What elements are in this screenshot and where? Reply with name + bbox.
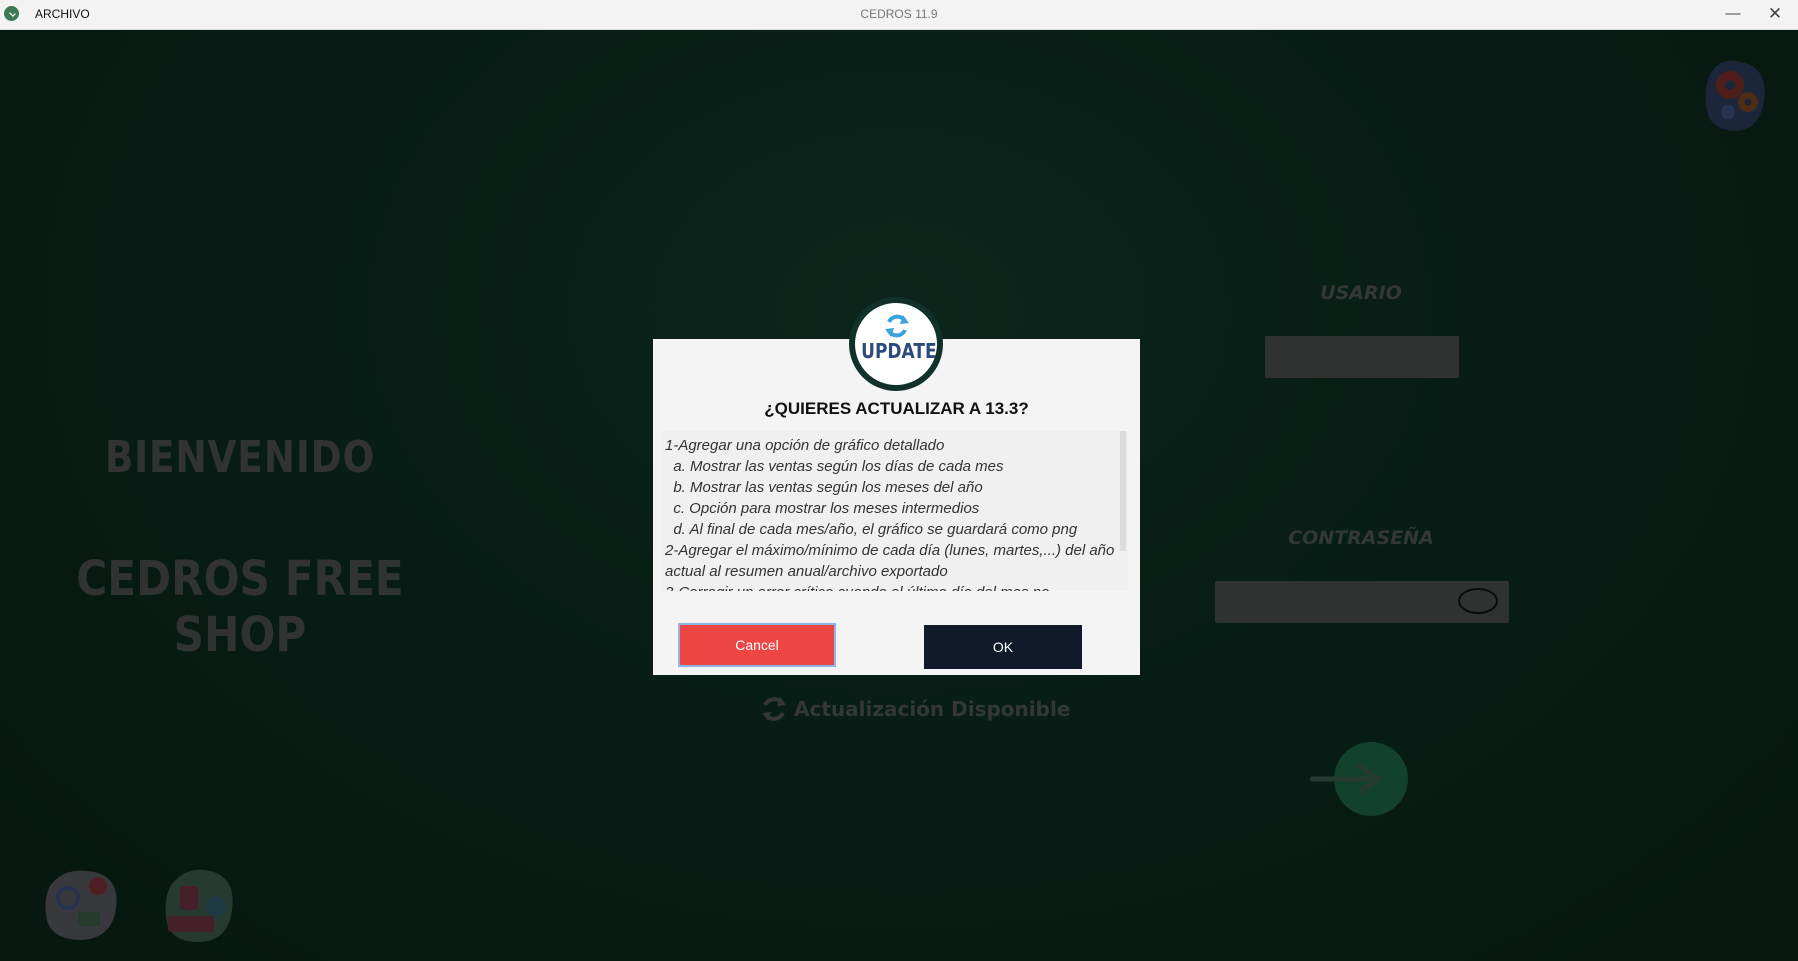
ok-button[interactable]: OK: [924, 625, 1082, 669]
release-notes[interactable]: 1-Agregar una opción de gráfico detallad…: [661, 431, 1126, 591]
close-button[interactable]: ✕: [1752, 0, 1798, 29]
notes-scrollbar-thumb[interactable]: [1120, 431, 1126, 551]
update-arrows-icon: [885, 314, 909, 338]
title-bar: ARCHIVO CEDROS 11.9 — ✕: [0, 0, 1798, 30]
cancel-button[interactable]: Cancel: [678, 623, 836, 667]
window-title: CEDROS 11.9: [860, 7, 938, 21]
dialog-title: ¿QUIERES ACTUALIZAR A 13.3?: [764, 399, 1029, 418]
release-notes-text: 1-Agregar una opción de gráfico detallad…: [665, 437, 1115, 591]
notes-scrollbar[interactable]: [1118, 431, 1128, 591]
update-badge-text: UPDATE: [861, 339, 937, 363]
update-badge-icon: UPDATE: [849, 297, 943, 391]
minimize-button[interactable]: —: [1710, 0, 1756, 29]
